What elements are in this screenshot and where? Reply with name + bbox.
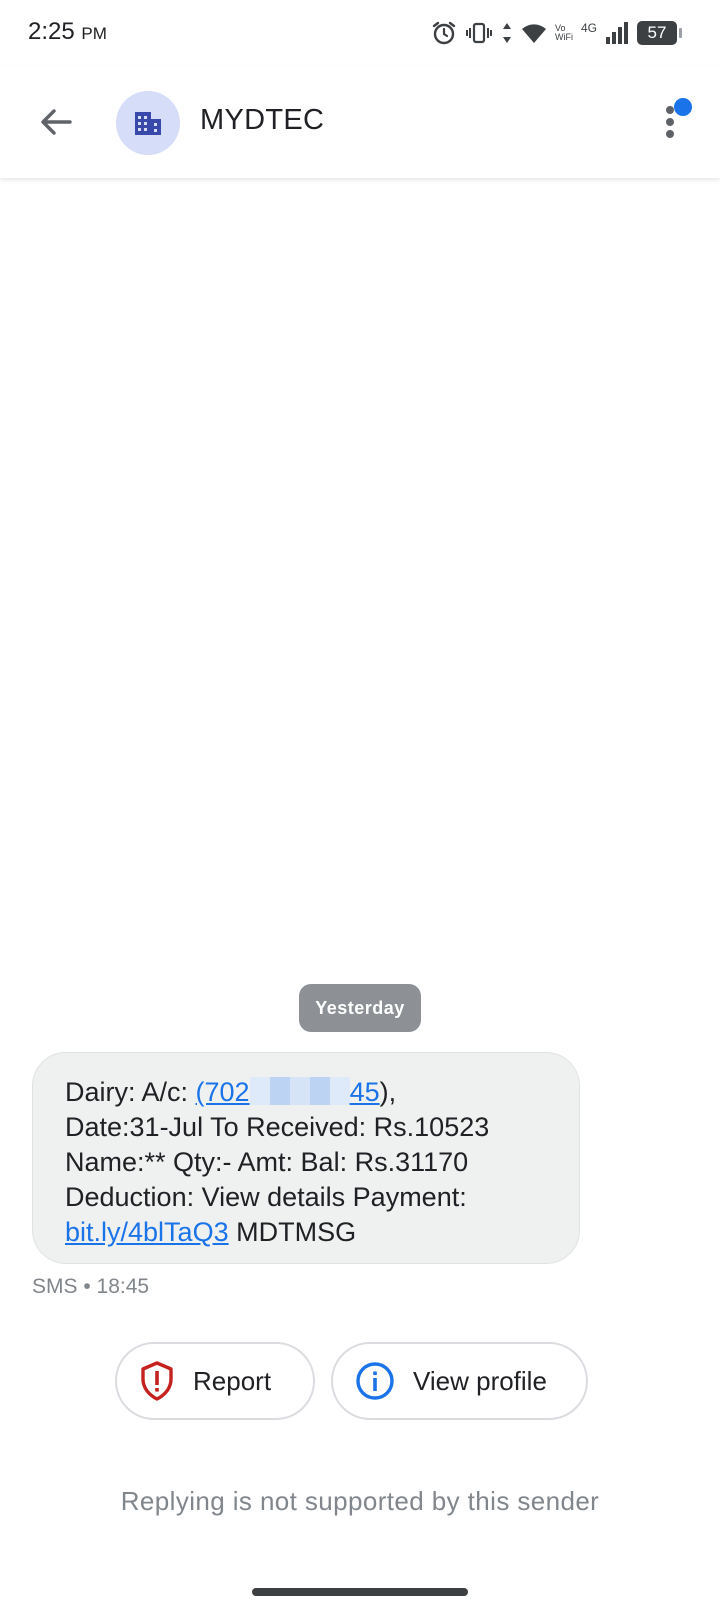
message-line-3: Name:** Qty:- Amt: Bal: Rs.31170	[65, 1147, 469, 1177]
report-button[interactable]: Report	[115, 1342, 315, 1420]
report-label: Report	[193, 1365, 272, 1396]
alarm-icon	[431, 20, 457, 46]
status-bar: 2:25 PM Vo WiFi 4G 57	[0, 0, 720, 66]
app-bar: MYDTEC	[0, 66, 720, 178]
message-text: MDTMSG	[228, 1217, 357, 1247]
message-line-1: Dairy: A/c: (702 45),	[65, 1075, 549, 1110]
battery-nub	[679, 28, 682, 38]
clock-ampm: PM	[81, 24, 107, 43]
more-dot	[666, 106, 674, 114]
notification-badge	[674, 98, 692, 116]
date-divider: Yesterday	[299, 984, 421, 1032]
business-icon	[135, 112, 161, 135]
back-button[interactable]	[30, 96, 82, 148]
reply-not-supported-note: Replying is not supported by this sender	[120, 1486, 600, 1516]
message-text: ,	[388, 1077, 397, 1107]
message-line-4: Deduction: View details Payment:	[65, 1182, 467, 1212]
message-bubble[interactable]: Dairy: A/c: (702 45), Date:31-Jul To Rece…	[32, 1052, 580, 1264]
back-arrow-icon	[41, 109, 72, 135]
status-icons: Vo WiFi 4G 57	[431, 18, 682, 48]
clock-time: 2:25	[28, 18, 75, 45]
redacted-block	[249, 1077, 350, 1105]
avatar[interactable]	[116, 91, 180, 155]
vowifi-label-bottom: WiFi	[554, 32, 573, 42]
info-icon	[355, 1361, 395, 1401]
data-arrows-icon	[501, 21, 513, 45]
report-shield-icon	[139, 1361, 175, 1401]
message-timestamp: SMS • 18:45	[32, 1275, 150, 1298]
message-line-5: bit.ly/4blTaQ3 MDTMSG	[65, 1215, 549, 1250]
message-text: )	[379, 1077, 389, 1107]
view-profile-button[interactable]: View profile	[331, 1342, 588, 1420]
messages-screen: 2:25 PM Vo WiFi 4G 57 MYDTEC Yesterday D…	[0, 0, 720, 1612]
message-line-2: Date:31-Jul To Received: Rs.10523	[65, 1112, 490, 1142]
network-type: 4G	[580, 21, 597, 35]
account-number-link[interactable]: (702 45	[196, 1077, 380, 1107]
battery-icon: 57	[637, 21, 677, 45]
message-text: Dairy: A/c:	[65, 1077, 196, 1107]
more-dot	[666, 118, 674, 126]
vibrate-icon	[465, 21, 493, 45]
more-options-button[interactable]	[656, 94, 696, 150]
status-time: 2:25 PM	[28, 18, 107, 46]
signal-icon	[605, 21, 629, 45]
home-indicator[interactable]	[252, 1588, 468, 1596]
wifi-icon	[521, 22, 547, 44]
more-dot	[666, 130, 674, 138]
payment-link[interactable]: bit.ly/4blTaQ3	[65, 1217, 229, 1247]
link-end: 45	[349, 1077, 380, 1107]
link-start: (702	[195, 1077, 250, 1107]
view-profile-label: View profile	[413, 1365, 547, 1396]
vowifi-label: Vo WiFi	[555, 24, 573, 42]
contact-name[interactable]: MYDTEC	[200, 104, 324, 137]
